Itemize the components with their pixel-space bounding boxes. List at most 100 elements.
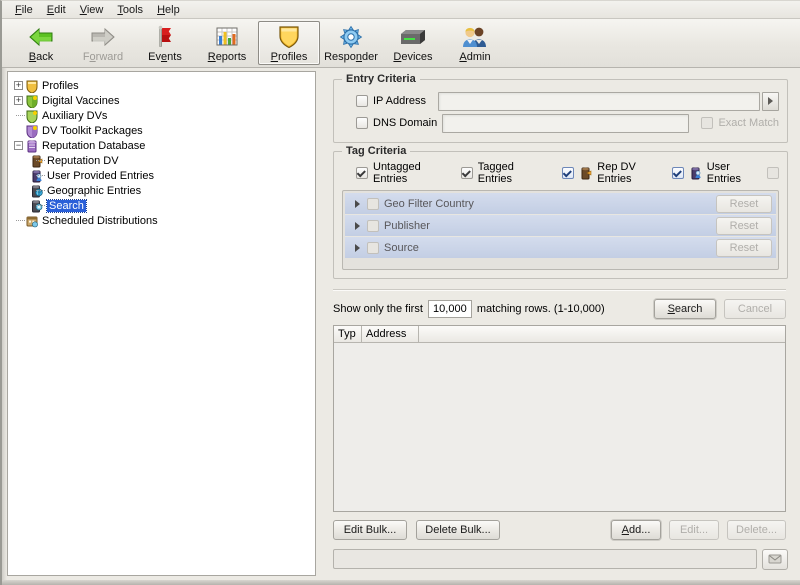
toolbar-button-events-label: Events — [148, 51, 182, 63]
toolbar-button-events[interactable]: Events — [134, 21, 196, 65]
untagged-entries-checkbox[interactable] — [356, 167, 368, 179]
ip-address-checkbox[interactable] — [356, 95, 368, 107]
menu-item-edit[interactable]: Edit — [40, 3, 73, 17]
toolbar-button-reports[interactable]: Reports — [196, 21, 258, 65]
expand-plus-icon[interactable]: + — [14, 81, 23, 90]
ip-address-dropdown-button[interactable] — [762, 92, 779, 111]
tree-item-user-provided-entries[interactable]: User Provided Entries — [12, 168, 315, 183]
publisher-checkbox[interactable] — [367, 220, 379, 232]
expand-plus-icon[interactable]: + — [14, 96, 23, 105]
toolbar-button-profiles-label: Profiles — [271, 51, 308, 63]
database-orange-icon — [579, 166, 593, 180]
tag-criteria-title: Tag Criteria — [342, 145, 410, 157]
toolbar-button-devices[interactable]: Devices — [382, 21, 444, 65]
menu-bar: FFileile Edit View Tools Help — [2, 1, 800, 19]
column-header-typ[interactable]: Typ — [334, 326, 362, 343]
search-button[interactable]: Search — [654, 299, 716, 319]
tree-item-label: Profiles — [42, 80, 79, 92]
chevron-right-icon[interactable] — [355, 200, 360, 208]
column-header-address[interactable]: Address — [362, 326, 419, 343]
message-icon-button[interactable] — [762, 549, 788, 570]
tree-item-geographic-entries[interactable]: Geographic Entries — [12, 183, 315, 198]
toolbar-button-forward[interactable]: Forward — [72, 21, 134, 65]
toolbar-button-back[interactable]: Back — [10, 21, 72, 65]
shield-green-icon — [25, 109, 39, 123]
exact-match-checkbox[interactable] — [701, 117, 713, 129]
back-arrow-icon — [28, 25, 54, 49]
rep-dv-entries-checkbox[interactable] — [562, 167, 574, 179]
filter-row-publisher[interactable]: Publisher Reset — [345, 215, 776, 237]
tree-item-search[interactable]: Search — [12, 198, 315, 213]
entry-criteria-title: Entry Criteria — [342, 73, 420, 85]
publisher-reset-button[interactable]: Reset — [716, 217, 772, 235]
cancel-button[interactable]: Cancel — [724, 299, 786, 319]
tree-item-scheduled-distributions[interactable]: Scheduled Distributions — [12, 213, 315, 228]
tree-item-reputation-dv[interactable]: Reputation DV — [12, 153, 315, 168]
tree-item-profiles[interactable]: + Profiles — [12, 78, 315, 93]
tree-item-label: Scheduled Distributions — [42, 215, 158, 227]
collapse-minus-icon[interactable]: − — [14, 141, 23, 150]
geo-filter-country-checkbox[interactable] — [367, 198, 379, 210]
application-window: FFileile Edit View Tools Help Back Fo — [0, 0, 800, 585]
tag-filter-list: Geo Filter Country Reset Publisher Reset — [342, 190, 779, 270]
tree-item-label: Reputation DV — [47, 155, 119, 167]
filter-row-source[interactable]: Source Reset — [345, 237, 776, 258]
tree-item-reputation-database[interactable]: − Reputation Database — [12, 138, 315, 153]
tree-item-dv-toolkit-packages[interactable]: DV Toolkit Packages — [12, 123, 315, 138]
main-toolbar: Back Forward Events — [2, 19, 800, 68]
menu-item-tools[interactable]: Tools — [110, 3, 150, 17]
device-icon — [398, 25, 428, 49]
message-icon — [768, 553, 783, 565]
user-entries-checkbox[interactable] — [672, 167, 684, 179]
ip-address-input[interactable] — [438, 92, 760, 111]
filter-list-footer — [345, 258, 776, 267]
tagged-entries-checkbox[interactable] — [461, 167, 473, 179]
source-checkbox[interactable] — [367, 242, 379, 254]
entry-criteria-group: Entry Criteria IP Address DNS Domain — [333, 79, 788, 143]
extra-entries-checkbox[interactable] — [767, 167, 779, 179]
edit-bulk-button[interactable]: Edit Bulk... — [333, 520, 407, 540]
dns-domain-input[interactable] — [442, 114, 689, 133]
geo-filter-country-reset-button[interactable]: Reset — [716, 195, 772, 213]
column-header-filler — [419, 326, 785, 343]
search-panel: Entry Criteria IP Address DNS Domain — [323, 71, 796, 576]
filter-row-geo-filter-country[interactable]: Geo Filter Country Reset — [345, 193, 776, 215]
chevron-right-icon[interactable] — [355, 244, 360, 252]
dns-domain-checkbox[interactable] — [356, 117, 368, 129]
bar-chart-icon — [214, 25, 240, 49]
tree-item-digital-vaccines[interactable]: + Digital Vaccines — [12, 93, 315, 108]
show-first-suffix-label: matching rows. (1-10,000) — [477, 303, 605, 315]
shield-purple-icon — [25, 124, 39, 138]
chevron-right-icon[interactable] — [355, 222, 360, 230]
status-bar — [333, 548, 788, 570]
ip-address-label: IP Address — [373, 95, 426, 107]
shield-icon — [278, 25, 300, 49]
delete-bulk-button[interactable]: Delete Bulk... — [416, 520, 500, 540]
source-label: Source — [384, 242, 716, 254]
results-table-header: Typ Address — [334, 326, 785, 343]
dns-domain-row: DNS Domain Exact Match — [342, 112, 779, 134]
delete-button[interactable]: Delete... — [727, 520, 786, 540]
tree-item-label: Reputation Database — [42, 140, 145, 152]
pane-splitter[interactable] — [315, 71, 323, 576]
row-limit-input[interactable]: 10,000 — [428, 300, 472, 318]
shield-green-icon — [25, 94, 39, 108]
toolbar-button-responder[interactable]: Responder — [320, 21, 382, 65]
menu-item-help[interactable]: Help — [150, 3, 187, 17]
tree-item-auxiliary-dvs[interactable]: Auxiliary DVs — [12, 108, 315, 123]
flag-icon — [152, 25, 178, 49]
toolbar-button-admin[interactable]: Admin — [444, 21, 506, 65]
forward-arrow-icon — [90, 25, 116, 49]
section-divider — [333, 289, 786, 291]
menu-item-view[interactable]: View — [73, 3, 111, 17]
results-table-body[interactable] — [334, 343, 785, 511]
source-reset-button[interactable]: Reset — [716, 239, 772, 257]
menu-item-file[interactable]: FFileile — [8, 3, 40, 17]
shield-yellow-icon — [25, 79, 39, 93]
toolbar-button-profiles[interactable]: Profiles — [258, 21, 320, 65]
add-button[interactable]: Add... — [611, 520, 661, 540]
tree-item-label: User Provided Entries — [47, 170, 154, 182]
edit-button[interactable]: Edit... — [669, 520, 719, 540]
navigation-tree-pane[interactable]: + Profiles + Digital Vaccines — [7, 71, 315, 576]
results-table[interactable]: Typ Address — [333, 325, 786, 512]
